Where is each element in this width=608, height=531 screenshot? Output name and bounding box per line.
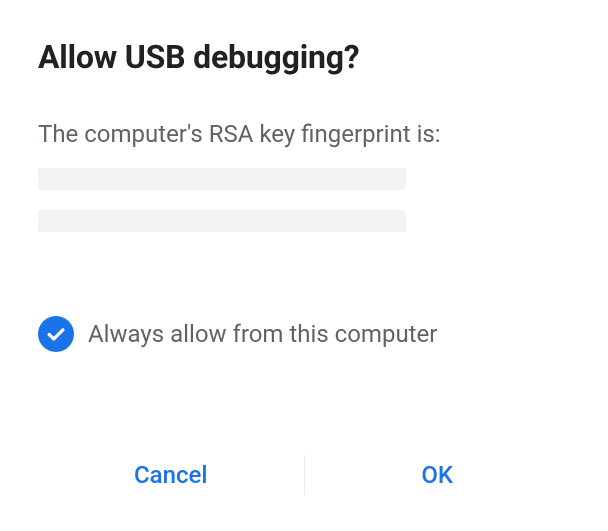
fingerprint-placeholder (38, 168, 570, 252)
cancel-button[interactable]: Cancel (38, 447, 304, 503)
dialog-button-row: Cancel OK (38, 429, 570, 531)
fingerprint-line (38, 168, 406, 190)
ok-button[interactable]: OK (305, 447, 571, 503)
checkmark-icon (38, 316, 74, 352)
checkbox-label: Always allow from this computer (88, 320, 437, 348)
usb-debugging-dialog: Allow USB debugging? The computer's RSA … (0, 0, 608, 531)
dialog-message: The computer's RSA key fingerprint is: (38, 120, 570, 148)
fingerprint-line (38, 210, 406, 232)
dialog-title: Allow USB debugging? (38, 38, 570, 76)
always-allow-checkbox[interactable]: Always allow from this computer (38, 316, 570, 352)
